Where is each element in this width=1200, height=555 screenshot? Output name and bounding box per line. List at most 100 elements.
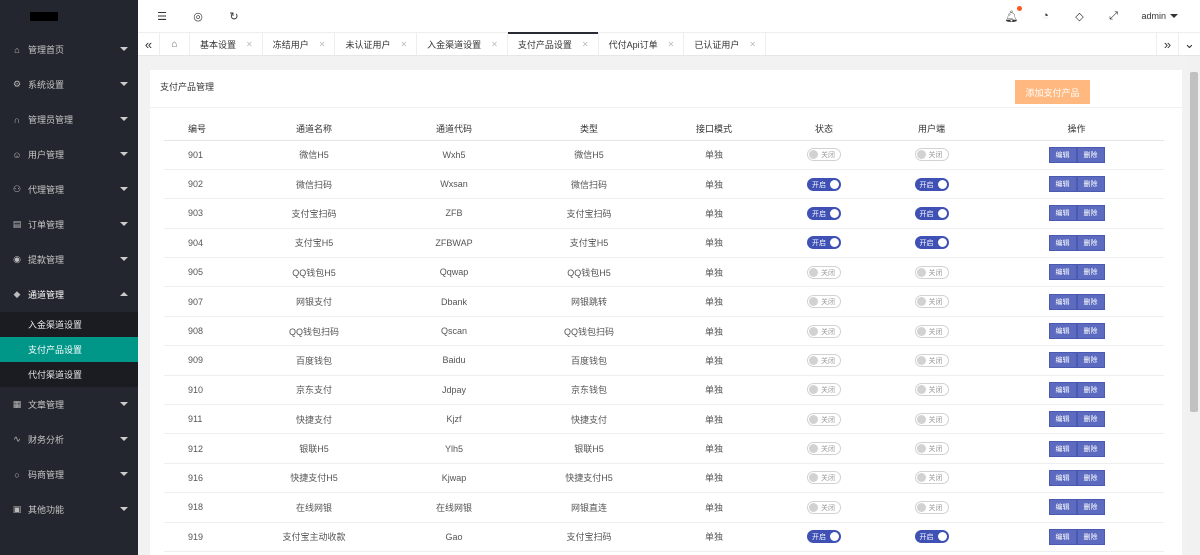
tab[interactable]: 入金渠道设置 ✕	[417, 33, 508, 55]
sidebar-subitem[interactable]: 入金渠道设置	[0, 312, 138, 337]
close-icon[interactable]: ✕	[749, 40, 756, 49]
sidebar-item-headset[interactable]: ∩ 管理员管理	[0, 102, 138, 137]
tab[interactable]: 支付产品设置 ✕	[507, 32, 599, 55]
tab[interactable]: 代付Api订单 ✕	[599, 33, 685, 55]
client-toggle[interactable]: 关闭	[914, 324, 949, 338]
menu-collapse-icon[interactable]: ☰	[156, 10, 168, 23]
close-icon[interactable]: ✕	[246, 40, 253, 49]
delete-button[interactable]: 删除	[1076, 205, 1105, 222]
delete-button[interactable]: 删除	[1076, 352, 1105, 369]
edit-button[interactable]: 编辑	[1048, 528, 1077, 545]
delete-button[interactable]: 删除	[1076, 146, 1105, 163]
edit-button[interactable]: 编辑	[1048, 499, 1077, 516]
client-toggle[interactable]: 关闭	[914, 412, 949, 426]
close-icon[interactable]: ✕	[319, 40, 326, 49]
status-toggle[interactable]: 关闭	[807, 412, 841, 426]
client-toggle[interactable]: 关闭	[914, 265, 949, 279]
sidebar-item-circle[interactable]: ○ 码商管理	[0, 457, 138, 492]
sidebar-item-user[interactable]: ☺ 用户管理	[0, 137, 138, 172]
delete-button[interactable]: 删除	[1076, 234, 1105, 251]
edit-button[interactable]: 编辑	[1048, 411, 1077, 428]
sidebar-item-home[interactable]: ⌂ 管理首页	[0, 32, 138, 67]
edit-button[interactable]: 编辑	[1048, 381, 1077, 398]
edit-button[interactable]: 编辑	[1048, 146, 1077, 163]
tag-icon[interactable]: ◇	[1073, 10, 1085, 23]
close-icon[interactable]: ✕	[582, 40, 589, 49]
scroll-thumb[interactable]	[1190, 72, 1198, 412]
client-toggle[interactable]: 关闭	[914, 295, 949, 309]
tabs-menu-icon[interactable]: ⌄	[1178, 33, 1200, 55]
edit-button[interactable]: 编辑	[1048, 440, 1077, 457]
status-toggle[interactable]: 关闭	[807, 295, 841, 309]
tab[interactable]: 未认证用户 ✕	[335, 33, 418, 55]
edit-button[interactable]: 编辑	[1048, 205, 1077, 222]
delete-button[interactable]: 删除	[1076, 499, 1105, 516]
delete-button[interactable]: 删除	[1076, 411, 1105, 428]
sidebar-item-misc[interactable]: ▣ 其他功能	[0, 492, 138, 527]
edit-button[interactable]: 编辑	[1048, 469, 1077, 486]
edit-button[interactable]: 编辑	[1048, 264, 1077, 281]
edit-button[interactable]: 编辑	[1048, 293, 1077, 310]
sidebar-item-withdraw[interactable]: ◉ 提款管理	[0, 242, 138, 277]
tabs-scroll-left-icon[interactable]: «	[138, 33, 160, 55]
tab[interactable]: 已认证用户 ✕	[684, 33, 767, 55]
close-icon[interactable]: ✕	[668, 40, 675, 49]
user-menu[interactable]: admin	[1141, 11, 1178, 21]
client-toggle[interactable]: 开启	[914, 177, 949, 191]
edit-button[interactable]: 编辑	[1048, 176, 1077, 193]
client-toggle[interactable]: 关闭	[914, 471, 949, 485]
delete-button[interactable]: 删除	[1076, 323, 1105, 340]
status-toggle[interactable]: 关闭	[807, 148, 841, 162]
tabs-scroll-right-icon[interactable]: »	[1156, 33, 1178, 55]
client-toggle[interactable]: 关闭	[914, 442, 949, 456]
sidebar-item-order[interactable]: ▤ 订单管理	[0, 207, 138, 242]
bell-icon[interactable]: 🔔︎	[1005, 6, 1023, 23]
delete-button[interactable]: 删除	[1076, 440, 1105, 457]
delete-button[interactable]: 删除	[1076, 176, 1105, 193]
client-toggle[interactable]: 关闭	[914, 383, 949, 397]
refresh-icon[interactable]: ↻	[228, 10, 240, 23]
tab[interactable]: 冻结用户 ✕	[263, 33, 336, 55]
client-toggle[interactable]: 关闭	[914, 500, 949, 514]
client-toggle[interactable]: 开启	[914, 236, 949, 250]
close-icon[interactable]: ✕	[400, 40, 407, 49]
status-toggle[interactable]: 关闭	[807, 500, 841, 514]
delete-button[interactable]: 删除	[1076, 469, 1105, 486]
status-toggle[interactable]: 关闭	[807, 265, 841, 279]
sidebar-item-chart[interactable]: ∿ 财务分析	[0, 422, 138, 457]
status-toggle[interactable]: 关闭	[807, 442, 841, 456]
tab[interactable]: 基本设置 ✕	[190, 33, 263, 55]
scrollbar[interactable]	[1188, 56, 1200, 555]
add-product-button[interactable]: 添加支付产品	[1015, 80, 1090, 104]
client-toggle[interactable]: 开启	[914, 530, 949, 544]
sidebar-subitem[interactable]: 支付产品设置	[0, 337, 138, 362]
sidebar-item-gear[interactable]: ⚙ 系统设置	[0, 67, 138, 102]
status-toggle[interactable]: 关闭	[807, 324, 841, 338]
client-toggle[interactable]: 关闭	[914, 353, 949, 367]
status-toggle[interactable]: 关闭	[807, 471, 841, 485]
sidebar-item-diamond[interactable]: ◆ 通道管理	[0, 277, 138, 312]
delete-button[interactable]: 删除	[1076, 381, 1105, 398]
status-toggle[interactable]: 关闭	[807, 383, 841, 397]
close-icon[interactable]: ✕	[491, 40, 498, 49]
delete-button[interactable]: 删除	[1076, 264, 1105, 281]
status-toggle[interactable]: 开启	[807, 206, 841, 220]
status-toggle[interactable]: 开启	[807, 236, 841, 250]
client-toggle[interactable]: 关闭	[914, 148, 949, 162]
delete-button[interactable]: 删除	[1076, 293, 1105, 310]
edit-button[interactable]: 编辑	[1048, 234, 1077, 251]
sidebar-item-article[interactable]: ▦ 文章管理	[0, 387, 138, 422]
client-toggle[interactable]: 开启	[914, 206, 949, 220]
home-tab-icon[interactable]: ⌂	[160, 33, 190, 55]
status-toggle[interactable]: 开启	[807, 177, 841, 191]
edit-button[interactable]: 编辑	[1048, 352, 1077, 369]
status-toggle[interactable]: 关闭	[807, 353, 841, 367]
website-icon[interactable]: ◎	[192, 10, 204, 23]
sidebar-item-agent[interactable]: ⚇ 代理管理	[0, 172, 138, 207]
delete-button[interactable]: 删除	[1076, 528, 1105, 545]
fullscreen-icon[interactable]: ⤢	[1107, 10, 1119, 22]
edit-button[interactable]: 编辑	[1048, 323, 1077, 340]
sidebar-subitem[interactable]: 代付渠道设置	[0, 362, 138, 387]
status-toggle[interactable]: 开启	[807, 530, 841, 544]
theme-icon[interactable]: ◔	[1039, 10, 1051, 22]
